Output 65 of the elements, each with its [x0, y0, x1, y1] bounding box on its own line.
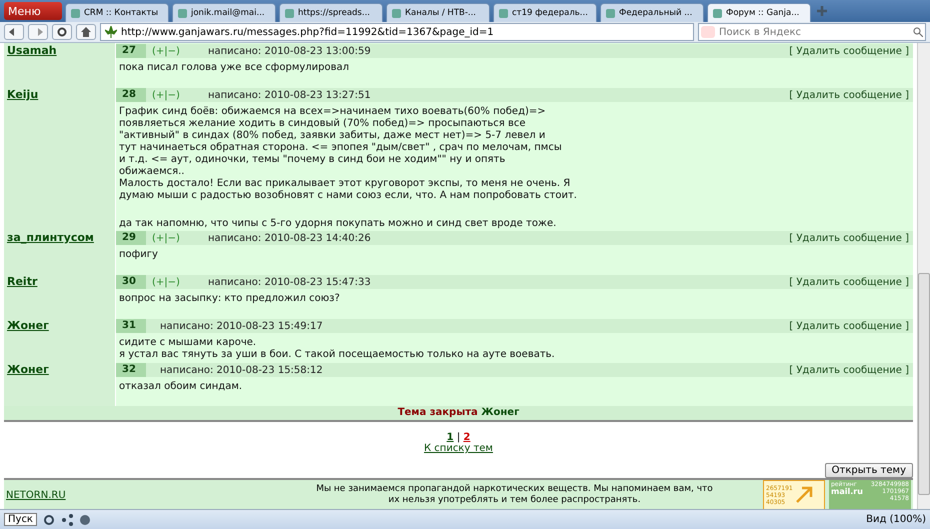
- reload-button[interactable]: [52, 24, 72, 40]
- topic-closed-bar: Тема закрыта Жонег: [4, 406, 913, 422]
- message-text: сидите с мышами кароче. я устал вас тянуть за уши в бои. С такой посещаемостью только на ауте воевать.: [118, 336, 556, 361]
- back-button[interactable]: [4, 24, 24, 40]
- vote-link[interactable]: (+|−): [152, 46, 180, 56]
- browser-tab[interactable]: https://spreads...: [279, 3, 383, 22]
- delete-link[interactable]: [ Удалить сообщение ]: [789, 232, 913, 244]
- topic-list-link[interactable]: К списку тем: [424, 443, 493, 454]
- vote-link[interactable]: (+|−): [152, 276, 180, 288]
- search-icon[interactable]: [913, 27, 923, 37]
- site-link[interactable]: NETORN.RU: [6, 490, 266, 500]
- post-number: 28: [116, 88, 146, 102]
- page-icon: [284, 8, 295, 18]
- address-field[interactable]: http://www.ganjawars.ru/messages.php?fid=11992&tid=1367&page_id=1: [100, 23, 694, 41]
- page-icon: [391, 8, 402, 18]
- browser-tab[interactable]: Форум :: Ganja...: [707, 3, 811, 22]
- post-date: написано: 2010-08-23 15:58:12: [160, 364, 323, 376]
- message-text: вопрос на засыпку: кто предложил союз?: [118, 292, 341, 305]
- message-text: пофигу: [118, 248, 159, 261]
- zoom-control[interactable]: Вид (100%): [866, 514, 926, 525]
- delete-link[interactable]: [ Удалить сообщение ]: [789, 46, 913, 56]
- browser-tab[interactable]: jonik.mail@mai...: [172, 3, 276, 22]
- delete-link[interactable]: [ Удалить сообщение ]: [789, 90, 913, 100]
- delete-link[interactable]: [ Удалить сообщение ]: [789, 320, 913, 332]
- message-text: да так напомню, что чипы с 5-го удорня покупать можно и синд свет вроде тоже.: [118, 217, 558, 230]
- page-icon: [712, 8, 723, 18]
- delete-link[interactable]: [ Удалить сообщение ]: [789, 364, 913, 376]
- scrollbar[interactable]: [917, 43, 930, 509]
- post-date: написано: 2010-08-23 13:27:51: [208, 90, 371, 100]
- message-text: отказал обоим синдам.: [118, 380, 244, 393]
- page-icon: [177, 8, 188, 18]
- share-icon[interactable]: [60, 514, 73, 526]
- post-number: 27: [116, 44, 146, 58]
- home-icon: [81, 27, 91, 37]
- browser-tab[interactable]: ст19 федераль...: [493, 3, 597, 22]
- vote-link[interactable]: (+|−): [152, 232, 180, 244]
- post-date: написано: 2010-08-23 13:00:59: [208, 46, 371, 56]
- page-icon: [605, 8, 616, 18]
- menu-button[interactable]: Меню: [4, 2, 62, 20]
- page-link[interactable]: 2: [463, 432, 470, 443]
- post-number: 32: [116, 363, 146, 377]
- delete-link[interactable]: [ Удалить сообщение ]: [789, 276, 913, 288]
- page-icon: [498, 8, 509, 18]
- post-number: 29: [116, 231, 146, 245]
- post-number: 30: [116, 275, 146, 289]
- post-date: написано: 2010-08-23 14:40:26: [208, 232, 371, 244]
- reload-icon: [57, 27, 67, 37]
- post-date: написано: 2010-08-23 15:49:17: [160, 320, 323, 332]
- browser-tab[interactable]: Федеральный ...: [600, 3, 704, 22]
- message-text: График синд боёв: обижаемся на всех=>начинаем тихо воевать(60% побед)=> появляеться желание ходить в синдовый (70% побед)=> просыпаються все "активный" в синдах (80% побед, заявки забиты, даже мест нет)=> 5-7 левел и тут начинаеться обратная сторона. <= эпопея "дым/свет" , срач по мелочам, пмсы и т.д. <= аут, одиночки, темы "почему в синд бои не ходим"" ну и опять обижаемся.. Малость достало! Если вас прикалывает этот круговорот экспы, то меня не очень. Я думаю мыши с радостью возобновят с нами союз если, что. А нам попробовать стоит.: [118, 105, 578, 202]
- open-topic-button[interactable]: Открыть тему: [824, 463, 913, 478]
- message-text: пока писал голова уже все сформулировал: [118, 61, 350, 74]
- page-icon: [70, 8, 81, 18]
- start-tooltip: Пуск: [4, 513, 37, 526]
- notice-text: Мы не занимаемся пропагандой наркотических веществ. Мы напоминаем вам, что их нельзя употреблять и тем более распространять.: [315, 484, 714, 506]
- browser-tab[interactable]: Каналы / НТВ-...: [386, 3, 490, 22]
- search-field[interactable]: Поиск в Яндекс: [698, 23, 926, 41]
- page-separator: |: [456, 432, 462, 443]
- post-number: 31: [116, 319, 146, 333]
- browser-tab[interactable]: CRM :: Контакты: [65, 3, 169, 22]
- vote-link[interactable]: (+|−): [152, 90, 180, 100]
- leaf-icon: [105, 26, 117, 38]
- page-link[interactable]: 1: [446, 432, 454, 443]
- post-date: написано: 2010-08-23 15:47:33: [208, 276, 371, 288]
- home-button[interactable]: [76, 24, 96, 40]
